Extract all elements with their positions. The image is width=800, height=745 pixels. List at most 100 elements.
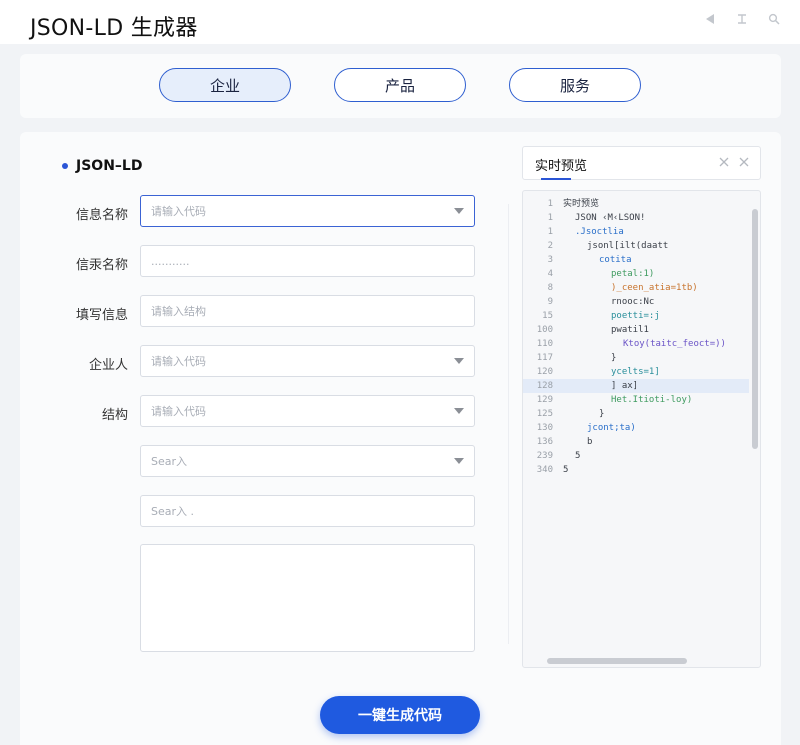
code-text: rnooc:Nc bbox=[611, 297, 655, 307]
search-input[interactable]: Sear入 . bbox=[140, 495, 475, 527]
field-placeholder: 请输入结构 bbox=[151, 305, 206, 318]
line-number: 129 bbox=[536, 395, 553, 405]
tab-product[interactable]: 产品 bbox=[334, 68, 466, 102]
line-number: 8 bbox=[547, 283, 553, 293]
code-text: } bbox=[611, 353, 617, 363]
field-placeholder: Sear入 . bbox=[151, 505, 195, 518]
preview-title: 实时预览 bbox=[535, 159, 588, 174]
line-number: 1 bbox=[547, 199, 553, 209]
chevron-down-icon bbox=[454, 208, 464, 214]
field-label-enterprise-person: 企业人 bbox=[88, 358, 128, 373]
code-line: 128 ] ax] bbox=[523, 379, 749, 393]
line-number: 128 bbox=[536, 381, 553, 391]
code-line: 9 rnooc:Nc bbox=[523, 295, 749, 309]
line-number: 3 bbox=[547, 255, 553, 265]
code-line: 1 .Jsoctlia bbox=[523, 225, 749, 239]
field-label-info-name: 信息名称 bbox=[75, 208, 128, 223]
code-text: 实时预览 bbox=[563, 199, 600, 209]
code-line: 2 jsonl[ilt(daatt bbox=[523, 239, 749, 253]
code-text: pwatil1 bbox=[611, 325, 649, 335]
field-label-structure: 结构 bbox=[101, 408, 128, 423]
field-placeholder: 请输入代码 bbox=[151, 355, 206, 368]
tab-enterprise[interactable]: 企业 bbox=[159, 68, 291, 102]
search-icon[interactable] bbox=[766, 11, 782, 27]
generate-code-button[interactable]: 一键生成代码 bbox=[320, 696, 480, 734]
close-icon[interactable] bbox=[738, 156, 750, 168]
line-number: 15 bbox=[542, 311, 553, 321]
code-text: Het.Itioti-loy) bbox=[611, 395, 693, 405]
code-line: 110 Ktoy(taitc_feoct=)) bbox=[523, 337, 749, 351]
chevron-down-icon bbox=[454, 408, 464, 414]
code-line: 129 Het.Itioti-loy) bbox=[523, 393, 749, 407]
code-text: jsonl[ilt(daatt bbox=[587, 241, 669, 251]
line-number: 9 bbox=[547, 297, 553, 307]
chevron-down-icon bbox=[454, 458, 464, 464]
line-number: 4 bbox=[547, 269, 553, 279]
code-line: 1 JSON ‹M‹LSON! bbox=[523, 211, 749, 225]
close-icon[interactable] bbox=[718, 156, 730, 168]
code-line: 4 petal:1) bbox=[523, 267, 749, 281]
code-text: cotita bbox=[599, 255, 632, 265]
back-icon[interactable] bbox=[702, 11, 718, 27]
app-title: JSON-LD 生成器 bbox=[30, 16, 198, 41]
line-number: 120 bbox=[536, 367, 553, 377]
code-text: ] ax] bbox=[611, 381, 639, 391]
fill-info-input[interactable]: 请输入结构 bbox=[140, 295, 475, 327]
line-number: 130 bbox=[536, 423, 553, 433]
bullet-icon bbox=[62, 163, 68, 169]
code-text: .Jsoctlia bbox=[575, 227, 624, 237]
code-line: 136 b bbox=[523, 435, 749, 449]
field-placeholder: ........... bbox=[151, 254, 190, 268]
code-text: jcont;ta) bbox=[587, 423, 636, 433]
line-number: 2 bbox=[547, 241, 553, 251]
field-label-fill-info: 填写信息 bbox=[75, 308, 128, 323]
structure-select[interactable]: 请输入代码 bbox=[140, 395, 475, 427]
horizontal-scrollbar[interactable] bbox=[535, 657, 749, 665]
tab-service[interactable]: 服务 bbox=[509, 68, 641, 102]
scrollbar-thumb[interactable] bbox=[547, 658, 687, 664]
code-text: poetti=:j bbox=[611, 311, 660, 321]
window-controls bbox=[702, 11, 782, 27]
minimize-icon[interactable] bbox=[734, 11, 750, 27]
preview-tab-indicator bbox=[541, 178, 571, 180]
field-label-alt-name: 信汞名称 bbox=[75, 258, 128, 273]
code-line: 125} bbox=[523, 407, 749, 421]
code-text: } bbox=[599, 409, 605, 419]
vertical-scrollbar[interactable] bbox=[751, 197, 759, 657]
section-header: JSON–LD bbox=[62, 158, 142, 174]
tab-bar: 企业 产品 服务 bbox=[20, 54, 781, 118]
scrollbar-thumb[interactable] bbox=[752, 209, 758, 449]
code-line: 8 )_ceen_atia=1tb) bbox=[523, 281, 749, 295]
line-number: 117 bbox=[536, 353, 553, 363]
line-number: 1 bbox=[547, 213, 553, 223]
preview-header: 实时预览 bbox=[522, 146, 761, 180]
info-name-select[interactable]: 请输入代码 bbox=[140, 195, 475, 227]
field-placeholder: Sear入 bbox=[151, 455, 188, 468]
code-text: petal:1) bbox=[611, 269, 655, 279]
search-select[interactable]: Sear入 bbox=[140, 445, 475, 477]
code-text: )_ceen_atia=1tb) bbox=[611, 283, 698, 293]
code-text: ycelts=1] bbox=[611, 367, 660, 377]
enterprise-person-select[interactable]: 请输入代码 bbox=[140, 345, 475, 377]
field-placeholder: 请输入代码 bbox=[151, 205, 206, 218]
code-text: 5 bbox=[575, 451, 581, 461]
line-number: 1 bbox=[547, 227, 553, 237]
alt-name-input[interactable]: ........... bbox=[140, 245, 475, 277]
code-line: 130 jcont;ta) bbox=[523, 421, 749, 435]
line-number: 100 bbox=[536, 325, 553, 335]
code-text: Ktoy(taitc_feoct=)) bbox=[623, 339, 726, 349]
editor-card: JSON–LD 信息名称 请输入代码 信汞名称 ........... 填写信息… bbox=[20, 132, 781, 745]
line-number: 239 bbox=[536, 451, 553, 461]
line-number: 136 bbox=[536, 437, 553, 447]
code-line: 117} bbox=[523, 351, 749, 365]
description-textarea[interactable] bbox=[140, 544, 475, 652]
code-text: 5 bbox=[563, 465, 569, 475]
code-line: 120 ycelts=1] bbox=[523, 365, 749, 379]
code-text: b bbox=[587, 437, 593, 447]
code-preview[interactable]: 1 实时预览 1 JSON ‹M‹LSON! 1 .Jsoctlia 2 jsonl[ilt(… bbox=[522, 190, 761, 668]
section-title: JSON–LD bbox=[76, 158, 143, 174]
line-number: 110 bbox=[536, 339, 553, 349]
line-number: 340 bbox=[536, 465, 553, 475]
code-line: 340 5 bbox=[523, 463, 749, 477]
code-text: JSON ‹M‹LSON! bbox=[575, 213, 646, 223]
